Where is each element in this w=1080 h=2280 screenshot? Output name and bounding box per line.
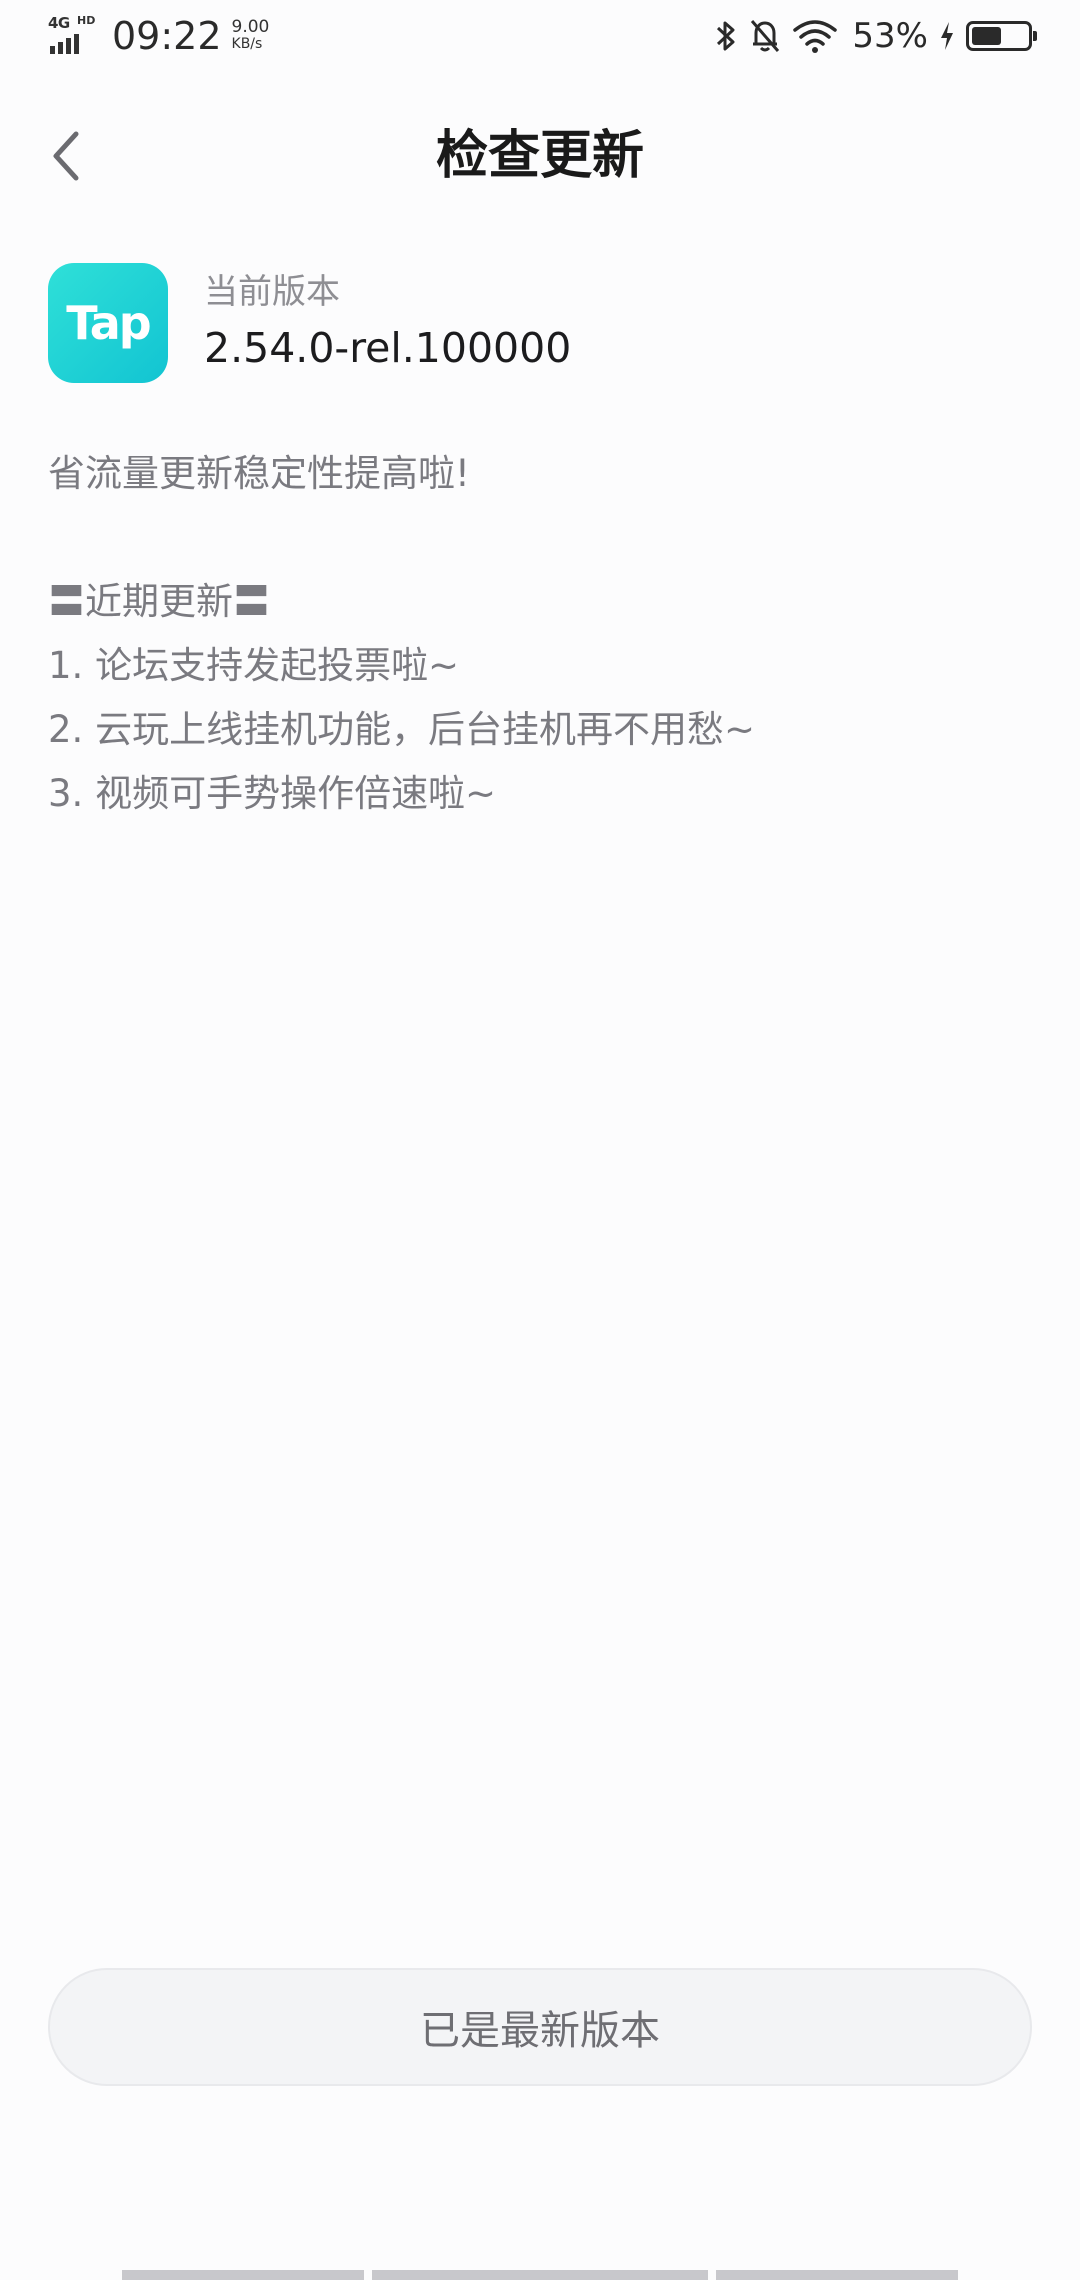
nav-handle-center[interactable] — [372, 2270, 708, 2280]
status-bar: 4G HD 09:22 9.00 KB/s 53% — [0, 0, 1080, 70]
nav-handle-right[interactable] — [716, 2270, 958, 2280]
top-bar: 检查更新 — [0, 110, 1080, 206]
network-hd: HD — [77, 14, 96, 27]
version-label: 当前版本 — [204, 272, 340, 312]
app-logo-text: Tap — [66, 296, 151, 350]
network-speed-unit: KB/s — [231, 36, 263, 52]
release-intro: 省流量更新稳定性提高啦! — [48, 452, 470, 495]
release-section-title: 〓近期更新〓 — [48, 580, 270, 623]
bell-off-icon — [748, 17, 782, 55]
network-speed-value: 9.00 — [231, 17, 270, 37]
network-type: 4G — [48, 14, 70, 32]
release-item: 2. 云玩上线挂机功能，后台挂机再不用愁~ — [48, 708, 756, 751]
charging-icon — [938, 20, 956, 52]
status-right: 53% — [714, 14, 1037, 58]
status-left: 4G HD 09:22 9.00 KB/s — [48, 12, 269, 60]
version-value: 2.54.0-rel.100000 — [204, 324, 572, 372]
signal-bars — [50, 34, 79, 54]
battery-percent: 53% — [852, 16, 928, 56]
page-title: 检查更新 — [435, 126, 644, 186]
already-latest-button[interactable]: 已是最新版本 — [48, 1968, 1032, 2086]
release-notes: 省流量更新稳定性提高啦! 〓近期更新〓 1. 论坛支持发起投票啦~ 2. 云玩上… — [48, 442, 1038, 826]
already-latest-label: 已是最新版本 — [420, 2008, 660, 2054]
wifi-icon — [792, 18, 838, 54]
version-block: 当前版本 2.54.0-rel.100000 — [204, 270, 571, 376]
cellular-signal-icon: 4G HD — [48, 14, 102, 58]
battery-fill — [972, 27, 1001, 45]
nav-handle-left[interactable] — [122, 2270, 364, 2280]
bluetooth-icon — [714, 18, 738, 54]
battery-icon — [966, 21, 1037, 51]
release-item: 3. 视频可手势操作倍速啦~ — [48, 772, 497, 815]
release-item: 1. 论坛支持发起投票啦~ — [48, 644, 460, 687]
app-logo: Tap — [48, 263, 168, 383]
network-speed: 9.00 KB/s — [232, 19, 270, 53]
app-info: Tap 当前版本 2.54.0-rel.100000 — [48, 263, 571, 383]
clock: 09:22 — [112, 14, 222, 58]
